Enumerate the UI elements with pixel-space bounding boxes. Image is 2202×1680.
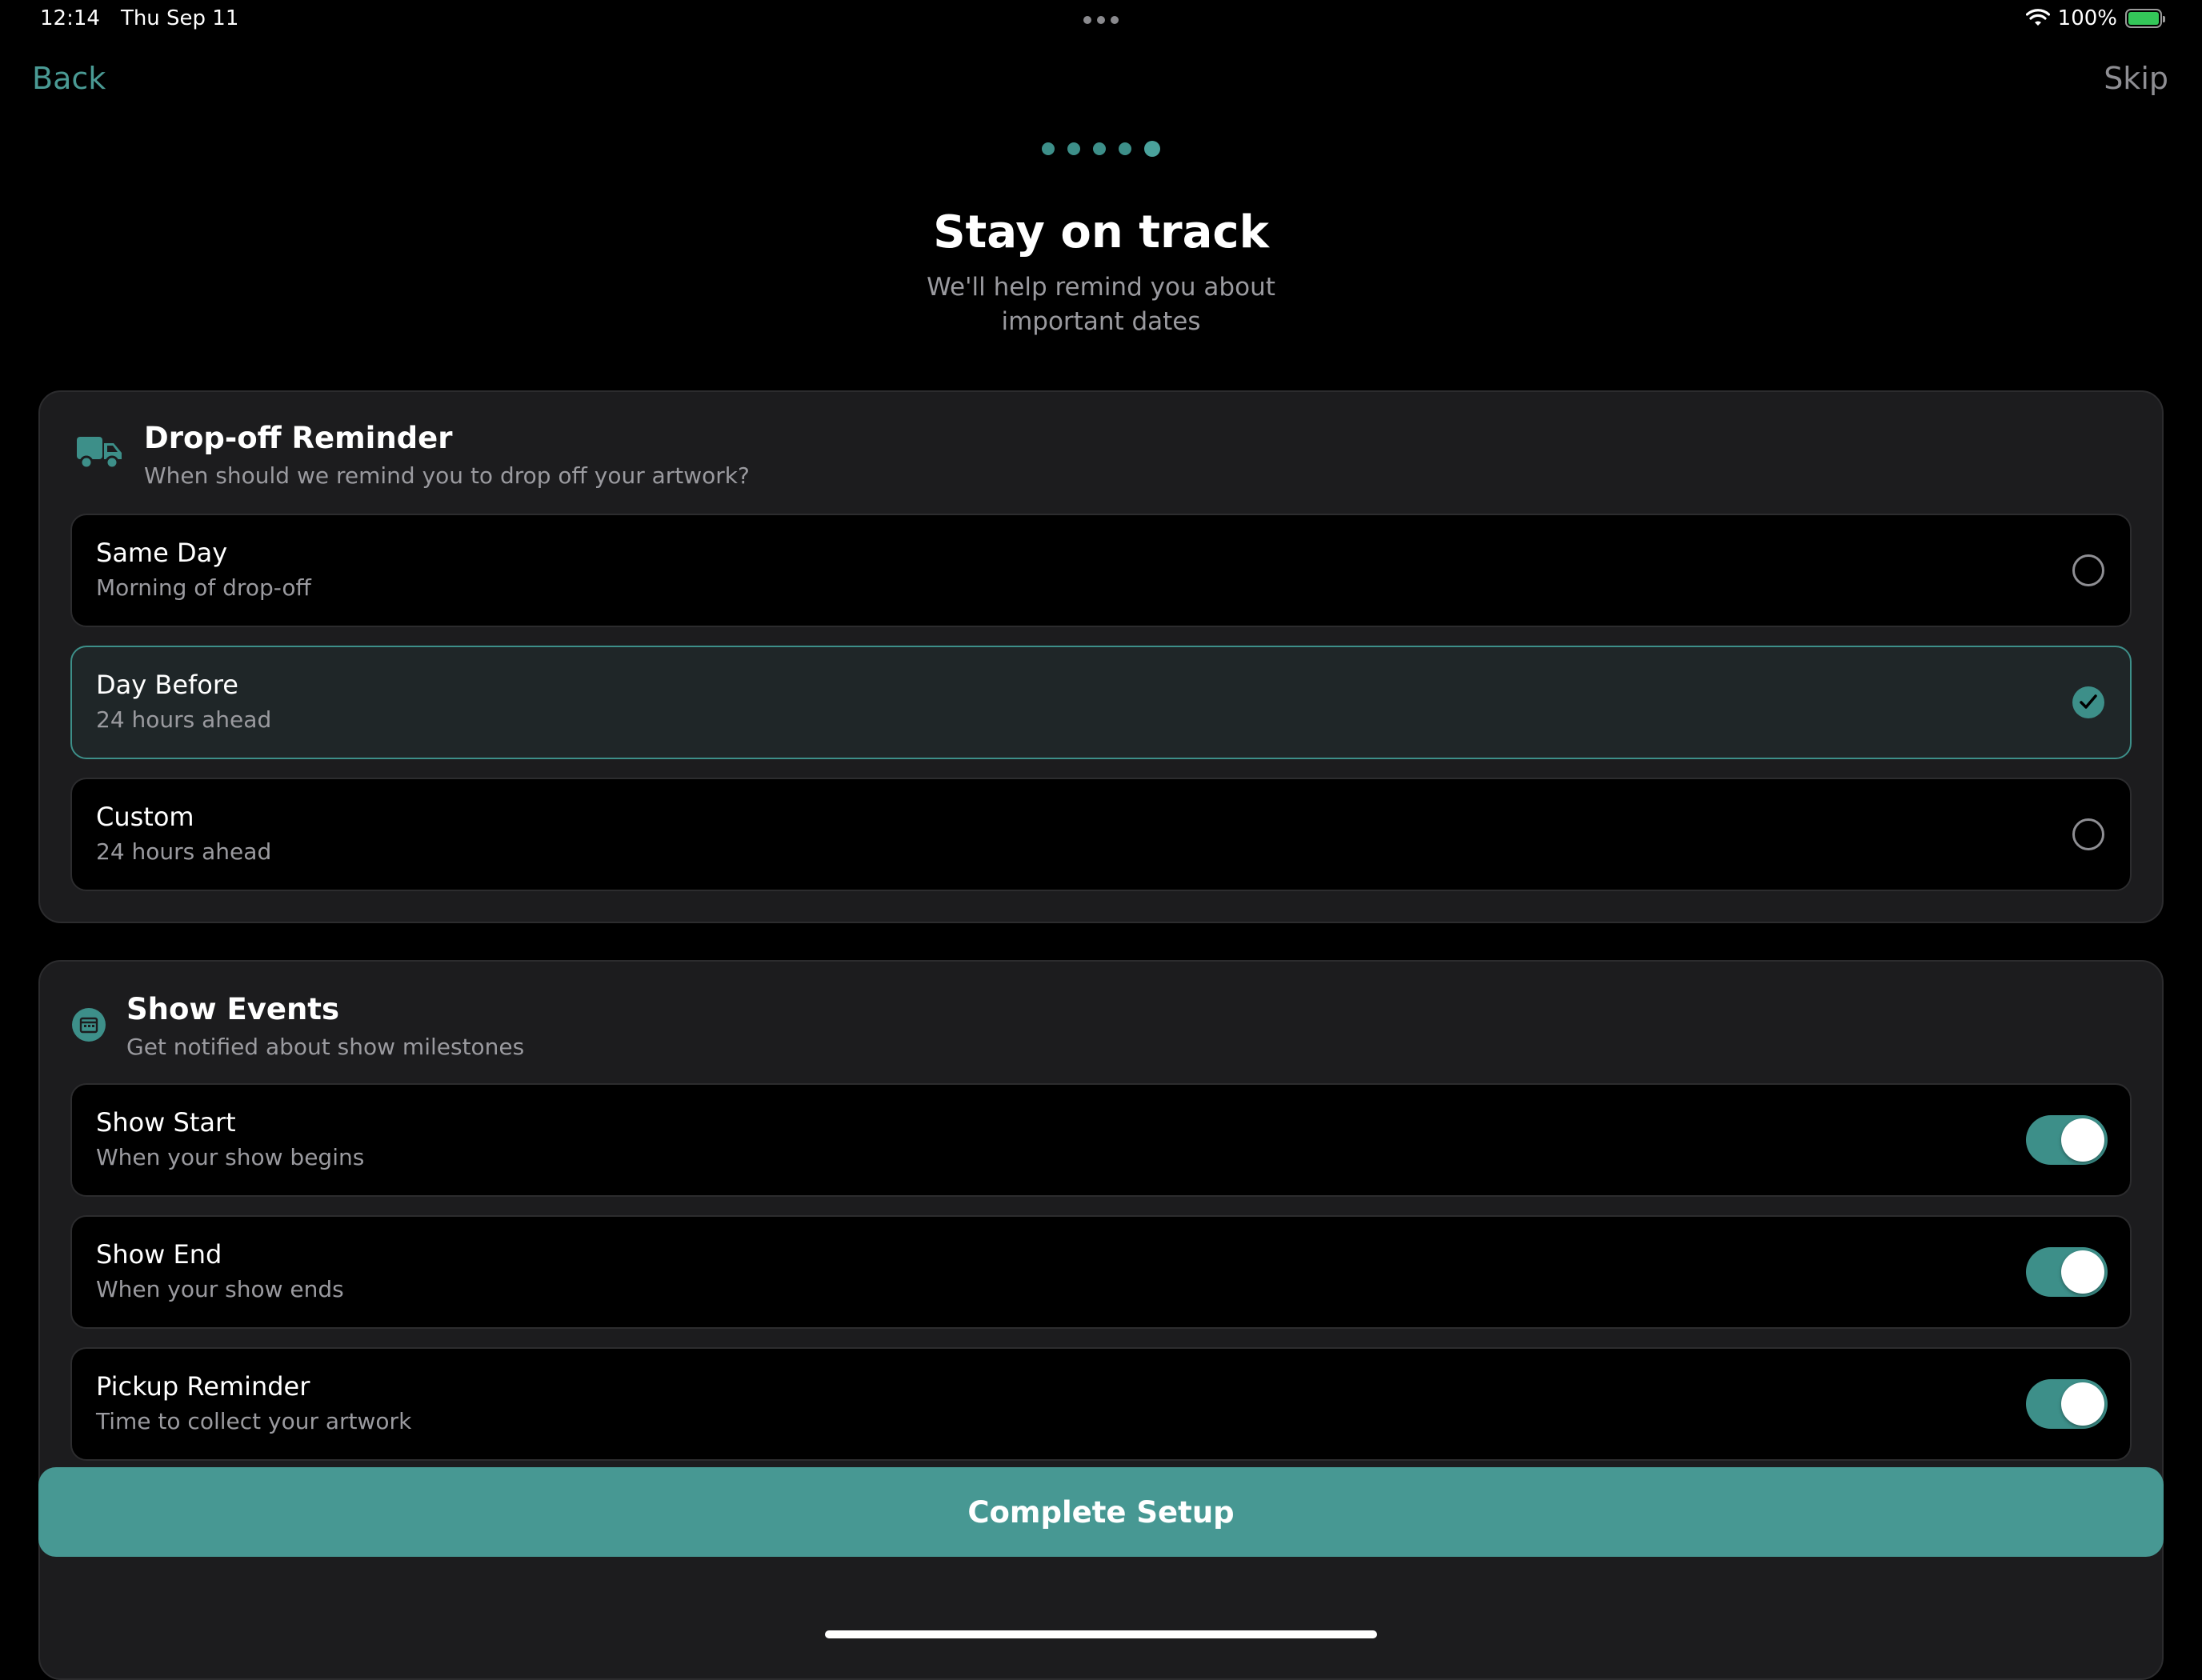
option-subtitle: Morning of drop-off (96, 574, 311, 601)
progress-dot (1067, 142, 1080, 155)
option-custom[interactable]: Custom 24 hours ahead (70, 778, 2132, 891)
complete-setup-button[interactable]: Complete Setup (38, 1467, 2164, 1557)
status-date: Thu Sep 11 (120, 6, 239, 30)
progress-dot (1042, 142, 1055, 155)
toggle-row-show-start: Show Start When your show begins (70, 1083, 2132, 1197)
option-title: Custom (96, 802, 194, 832)
option-title: Day Before (96, 670, 238, 700)
option-title: Pickup Reminder (96, 1371, 310, 1402)
toggle-row-show-end: Show End When your show ends (70, 1215, 2132, 1329)
option-title: Show End (96, 1239, 222, 1270)
dropoff-title: Drop-off Reminder (144, 421, 453, 455)
battery-percent: 100% (2057, 6, 2117, 30)
radio-unchecked-icon[interactable] (2072, 818, 2104, 850)
wifi-icon (2025, 9, 2050, 26)
skip-button[interactable]: Skip (2104, 61, 2168, 96)
progress-dot (1119, 142, 1131, 155)
show-end-toggle[interactable] (2026, 1247, 2108, 1297)
option-day-before[interactable]: Day Before 24 hours ahead (70, 646, 2132, 759)
show-start-toggle[interactable] (2026, 1115, 2108, 1165)
option-title: Same Day (96, 538, 228, 568)
option-same-day[interactable]: Same Day Morning of drop-off (70, 514, 2132, 627)
page-title: Stay on track (933, 206, 1269, 258)
show-events-card: Show Events Get notified about show mile… (38, 960, 2164, 1680)
show-events-subtitle: Get notified about show milestones (126, 1034, 525, 1060)
dropoff-subtitle: When should we remind you to drop off yo… (144, 462, 750, 489)
option-subtitle: When your show ends (96, 1276, 344, 1302)
status-time-date: 12:14 Thu Sep 11 (40, 6, 238, 30)
calendar-icon (72, 1008, 106, 1042)
pickup-reminder-toggle[interactable] (2026, 1379, 2108, 1429)
status-bar: 12:14 Thu Sep 11 100% (0, 0, 2202, 38)
truck-icon (77, 437, 122, 470)
option-subtitle: 24 hours ahead (96, 838, 272, 865)
progress-indicator (1042, 141, 1160, 157)
back-button[interactable]: Back (32, 61, 106, 96)
dropoff-reminder-card: Drop-off Reminder When should we remind … (38, 390, 2164, 923)
checkmark-icon (2080, 694, 2097, 709)
option-subtitle: Time to collect your artwork (96, 1408, 412, 1434)
home-indicator[interactable] (825, 1630, 1377, 1638)
radio-checked-icon[interactable] (2072, 686, 2104, 718)
progress-dot-current (1144, 141, 1160, 157)
option-title: Show Start (96, 1107, 236, 1138)
option-subtitle: 24 hours ahead (96, 706, 272, 733)
radio-unchecked-icon[interactable] (2072, 554, 2104, 586)
progress-dot (1093, 142, 1106, 155)
toggle-row-pickup-reminder: Pickup Reminder Time to collect your art… (70, 1347, 2132, 1461)
status-time: 12:14 (40, 6, 100, 30)
page-subtitle: We'll help remind you about important da… (927, 273, 1275, 336)
battery-icon (2125, 9, 2165, 28)
show-events-title: Show Events (126, 992, 340, 1026)
status-indicators: 100% (2025, 6, 2165, 30)
multitasking-dots-icon[interactable] (1083, 16, 1119, 24)
battery-fill (2128, 12, 2159, 25)
option-subtitle: When your show begins (96, 1144, 365, 1170)
